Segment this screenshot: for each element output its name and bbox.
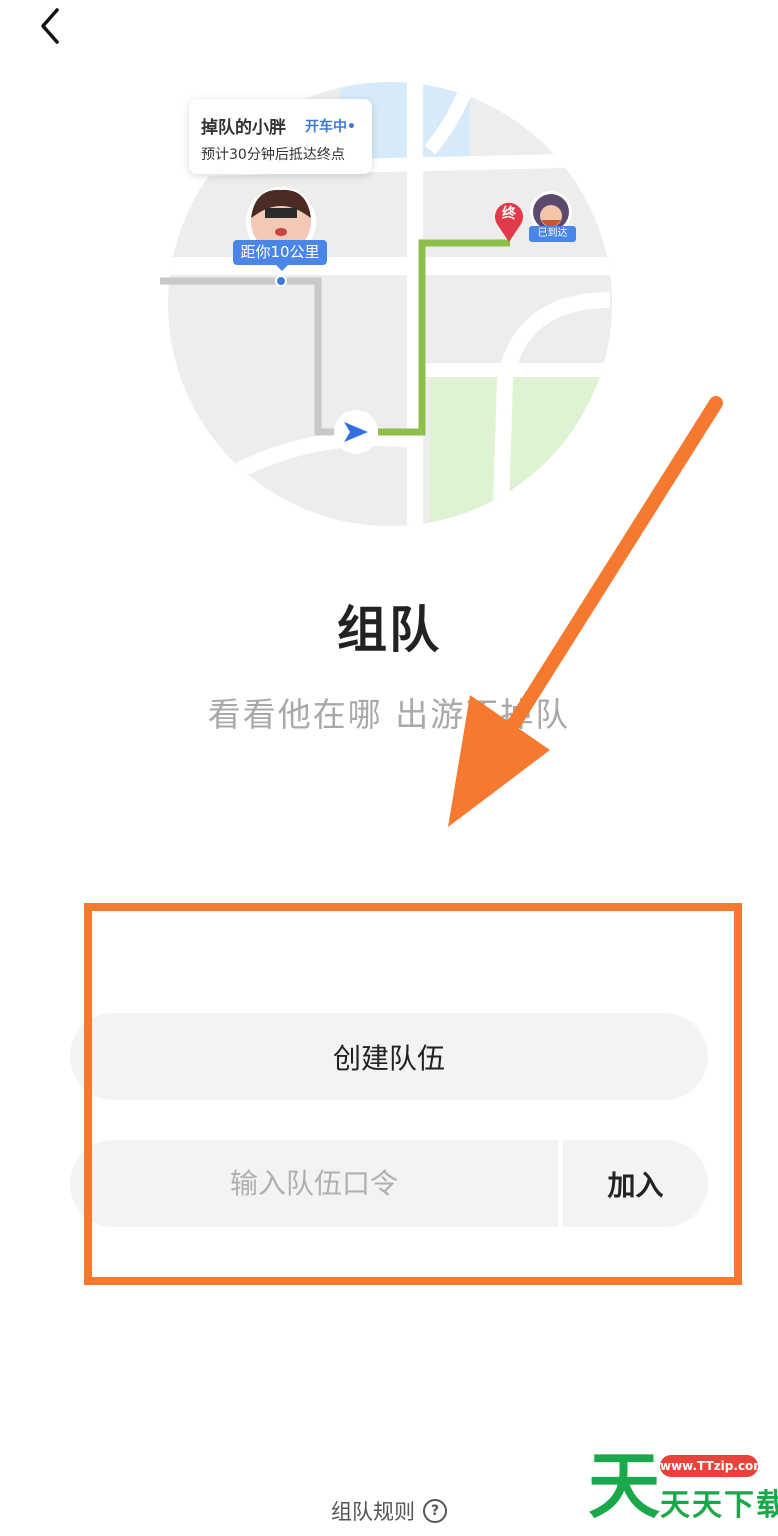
team-map-illustration — [160, 82, 612, 526]
watermark-url: www.TTzip.com — [660, 1455, 766, 1477]
watermark-logo: 天 — [588, 1444, 661, 1528]
driver-status: 开车中• — [305, 119, 356, 135]
page-title: 组队 — [337, 601, 441, 659]
end-marker-label: 终 — [502, 206, 516, 222]
page-subtitle: 看看他在哪 出游不掉队 — [207, 695, 571, 734]
join-team-button[interactable]: 加入 — [563, 1140, 708, 1227]
question-circle-icon: ? — [423, 1499, 447, 1523]
driver-status-card: 掉队的小胖 开车中• 预计30分钟后抵达终点 — [189, 99, 372, 174]
distance-badge: 距你10公里 — [233, 240, 327, 271]
driver-name: 掉队的小胖 — [201, 118, 286, 138]
arrived-badge: 已到达 — [529, 226, 576, 242]
team-code-input[interactable] — [70, 1140, 558, 1227]
team-rules-label: 组队规则 — [331, 1500, 415, 1524]
watermark-name: 天天下载 — [660, 1488, 778, 1523]
create-team-button[interactable]: 创建队伍 — [70, 1013, 708, 1100]
driver-eta: 预计30分钟后抵达终点 — [201, 147, 345, 163]
